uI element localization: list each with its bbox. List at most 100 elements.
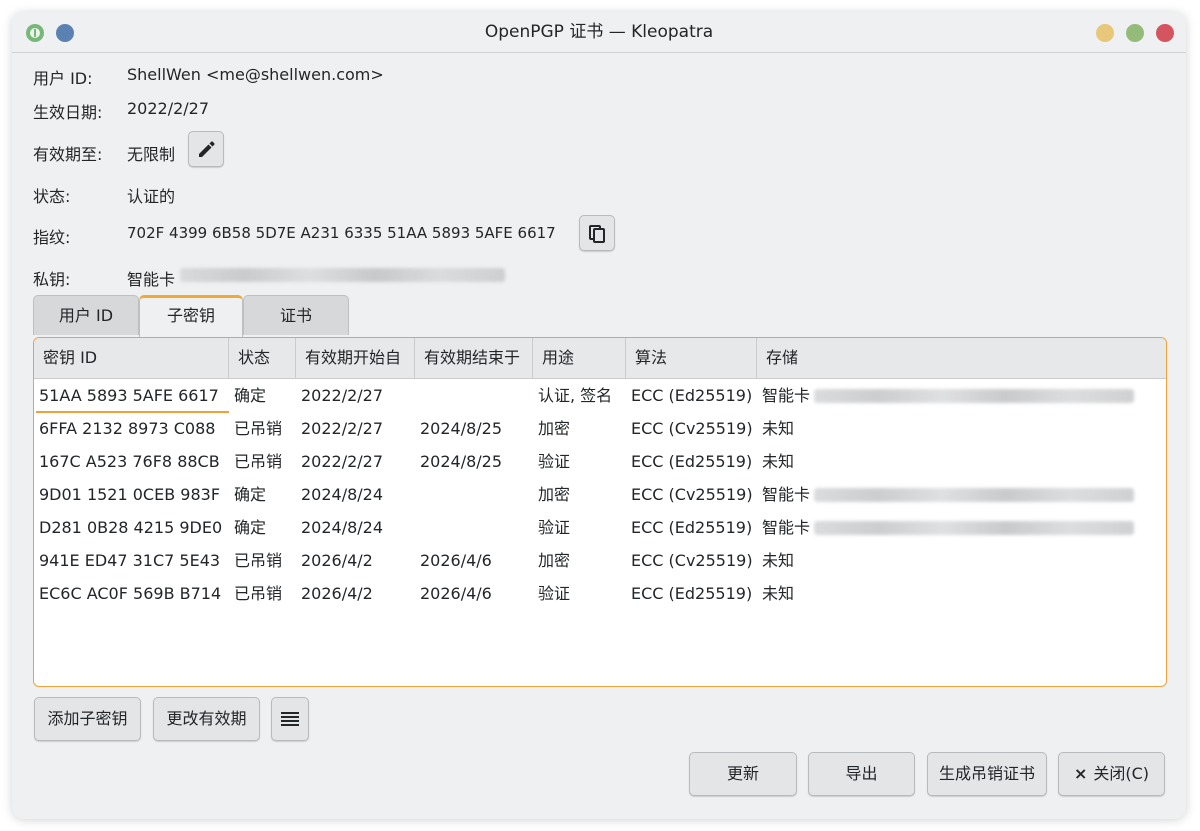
close-button-label: 关闭(C) (1093, 764, 1150, 783)
cell-key-id: 167C A523 76F8 88CB (39, 452, 220, 471)
minimize-button[interactable] (1096, 24, 1114, 42)
cell-valid-from: 2022/2/27 (301, 452, 384, 471)
cell-status: 已吊销 (234, 452, 283, 471)
cell-status: 已吊销 (234, 551, 283, 570)
cell-key-id: EC6C AC0F 569B B714 (39, 584, 222, 603)
title-bar: OpenPGP 证书 — Kleopatra (12, 12, 1186, 52)
close-button[interactable]: × 关闭(C) (1058, 752, 1165, 796)
expires-value: 无限制 (127, 145, 176, 164)
cell-key-id: 941E ED47 31C7 5E43 (39, 551, 221, 570)
maximize-button[interactable] (1126, 24, 1144, 42)
window-title: OpenPGP 证书 — Kleopatra (484, 22, 714, 42)
close-window-button[interactable] (1156, 24, 1174, 42)
redacted-card-serial (814, 389, 1134, 403)
cell-storage: 未知 (762, 419, 795, 438)
cell-key-id: 9D01 1521 0CEB 983F (39, 485, 221, 504)
more-actions-button[interactable] (271, 697, 309, 741)
refresh-button[interactable]: 更新 (689, 752, 797, 796)
cell-valid-from: 2022/2/27 (301, 419, 384, 438)
cell-status: 确定 (234, 518, 267, 537)
cell-storage: 未知 (762, 584, 795, 603)
table-row[interactable]: 51AA 5893 5AFE 6617 确定 2022/2/27 认证, 签名 ECC … (34, 379, 1166, 413)
valid-from-label: 生效日期: (33, 103, 103, 122)
table-row[interactable]: 941E ED47 31C7 5E43 已吊销 2026/4/2 2026/4/6 加密… (34, 544, 1166, 577)
cell-algorithm: ECC (Ed25519) (631, 386, 753, 405)
redacted-card-serial (814, 488, 1134, 502)
subkeys-table[interactable]: 密钥 ID 状态 有效期开始自 有效期结束于 用途 算法 存储 51AA 589… (33, 337, 1167, 687)
export-button[interactable]: 导出 (808, 752, 915, 796)
copy-icon (589, 225, 605, 243)
generate-revocation-button[interactable]: 生成吊销证书 (927, 752, 1047, 796)
tab-user-ids[interactable]: 用户 ID (33, 295, 139, 335)
column-key-id[interactable]: 密钥 ID (34, 338, 229, 378)
fingerprint-value: 702F 4399 6B58 5D7E A231 6335 51AA 5893 … (127, 224, 556, 242)
cell-usage: 加密 (538, 485, 571, 504)
cell-key-id: D281 0B28 4215 9DE0 (39, 518, 223, 537)
tab-subkeys[interactable]: 子密钥 (139, 295, 243, 337)
cell-valid-until: 2024/8/25 (420, 452, 503, 471)
cell-usage: 加密 (538, 419, 571, 438)
cell-usage: 验证 (538, 518, 571, 537)
redacted-card-serial (814, 521, 1134, 535)
cell-algorithm: ECC (Cv25519) (631, 551, 753, 570)
cell-algorithm: ECC (Ed25519) (631, 518, 753, 537)
table-row[interactable]: D281 0B28 4215 9DE0 确定 2024/8/24 验证 ECC (Ed2… (34, 511, 1166, 544)
cell-algorithm: ECC (Ed25519) (631, 452, 753, 471)
column-usage[interactable]: 用途 (533, 338, 626, 378)
table-row[interactable]: 6FFA 2132 8973 C088 已吊销 2022/2/27 2024/8/25… (34, 412, 1166, 445)
status-label: 状态: (33, 187, 71, 206)
cell-valid-until: 2026/4/6 (420, 551, 492, 570)
cell-algorithm: ECC (Cv25519) (631, 485, 753, 504)
cell-usage: 验证 (538, 584, 571, 603)
table-row[interactable]: 167C A523 76F8 88CB 已吊销 2022/2/27 2024/8/25… (34, 445, 1166, 478)
cell-valid-until (415, 511, 420, 544)
cell-valid-until (415, 379, 420, 412)
copy-fingerprint-button[interactable] (579, 215, 615, 251)
column-valid-from[interactable]: 有效期开始自 (296, 338, 415, 378)
cell-status: 已吊销 (234, 419, 283, 438)
column-valid-until[interactable]: 有效期结束于 (415, 338, 533, 378)
cell-storage: 智能卡 (762, 386, 811, 405)
cell-valid-from: 2024/8/24 (301, 485, 384, 504)
cell-storage: 智能卡 (762, 485, 811, 504)
edit-expiry-button[interactable] (188, 131, 224, 167)
cell-valid-from: 2026/4/2 (301, 551, 373, 570)
cell-valid-until: 2024/8/25 (420, 419, 503, 438)
redacted-card-serial (180, 268, 505, 282)
table-row[interactable]: EC6C AC0F 569B B714 已吊销 2026/4/2 2026/4/6 验证… (34, 577, 1166, 610)
cell-status: 确定 (234, 386, 267, 405)
tab-certifications[interactable]: 证书 (243, 295, 349, 335)
cell-status: 确定 (234, 485, 267, 504)
cell-valid-from: 2024/8/24 (301, 518, 384, 537)
status-value: 认证的 (127, 187, 176, 206)
title-divider (12, 52, 1186, 53)
cell-usage: 加密 (538, 551, 571, 570)
column-algorithm[interactable]: 算法 (626, 338, 757, 378)
private-key-label: 私钥: (33, 270, 71, 289)
user-id-label: 用户 ID: (33, 69, 93, 88)
cell-usage: 验证 (538, 452, 571, 471)
cell-valid-until: 2026/4/6 (420, 584, 492, 603)
column-status[interactable]: 状态 (229, 338, 296, 378)
cell-valid-until (415, 478, 420, 511)
column-storage[interactable]: 存储 (757, 338, 1166, 378)
add-subkey-button[interactable]: 添加子密钥 (34, 697, 141, 741)
close-icon: × (1073, 764, 1088, 783)
fingerprint-label: 指纹: (33, 228, 71, 247)
change-expiry-button[interactable]: 更改有效期 (153, 697, 260, 741)
hamburger-menu-icon (281, 712, 299, 726)
cell-key-id: 51AA 5893 5AFE 6617 (39, 386, 219, 405)
table-row[interactable]: 9D01 1521 0CEB 983F 确定 2024/8/24 加密 ECC (Cv2… (34, 478, 1166, 511)
valid-from-value: 2022/2/27 (127, 99, 210, 118)
certificate-window: OpenPGP 证书 — Kleopatra 用户 ID: ShellWen <… (12, 12, 1186, 819)
cell-storage: 智能卡 (762, 518, 811, 537)
cell-valid-from: 2022/2/27 (301, 386, 384, 405)
cell-usage: 认证, 签名 (538, 386, 613, 405)
cell-valid-from: 2026/4/2 (301, 584, 373, 603)
expires-label: 有效期至: (33, 145, 103, 164)
cell-algorithm: ECC (Ed25519) (631, 584, 753, 603)
cell-algorithm: ECC (Cv25519) (631, 419, 753, 438)
private-key-value: 智能卡 (127, 270, 176, 289)
user-id-value: ShellWen <me@shellwen.com> (127, 65, 384, 84)
table-header: 密钥 ID 状态 有效期开始自 有效期结束于 用途 算法 存储 (34, 338, 1166, 379)
